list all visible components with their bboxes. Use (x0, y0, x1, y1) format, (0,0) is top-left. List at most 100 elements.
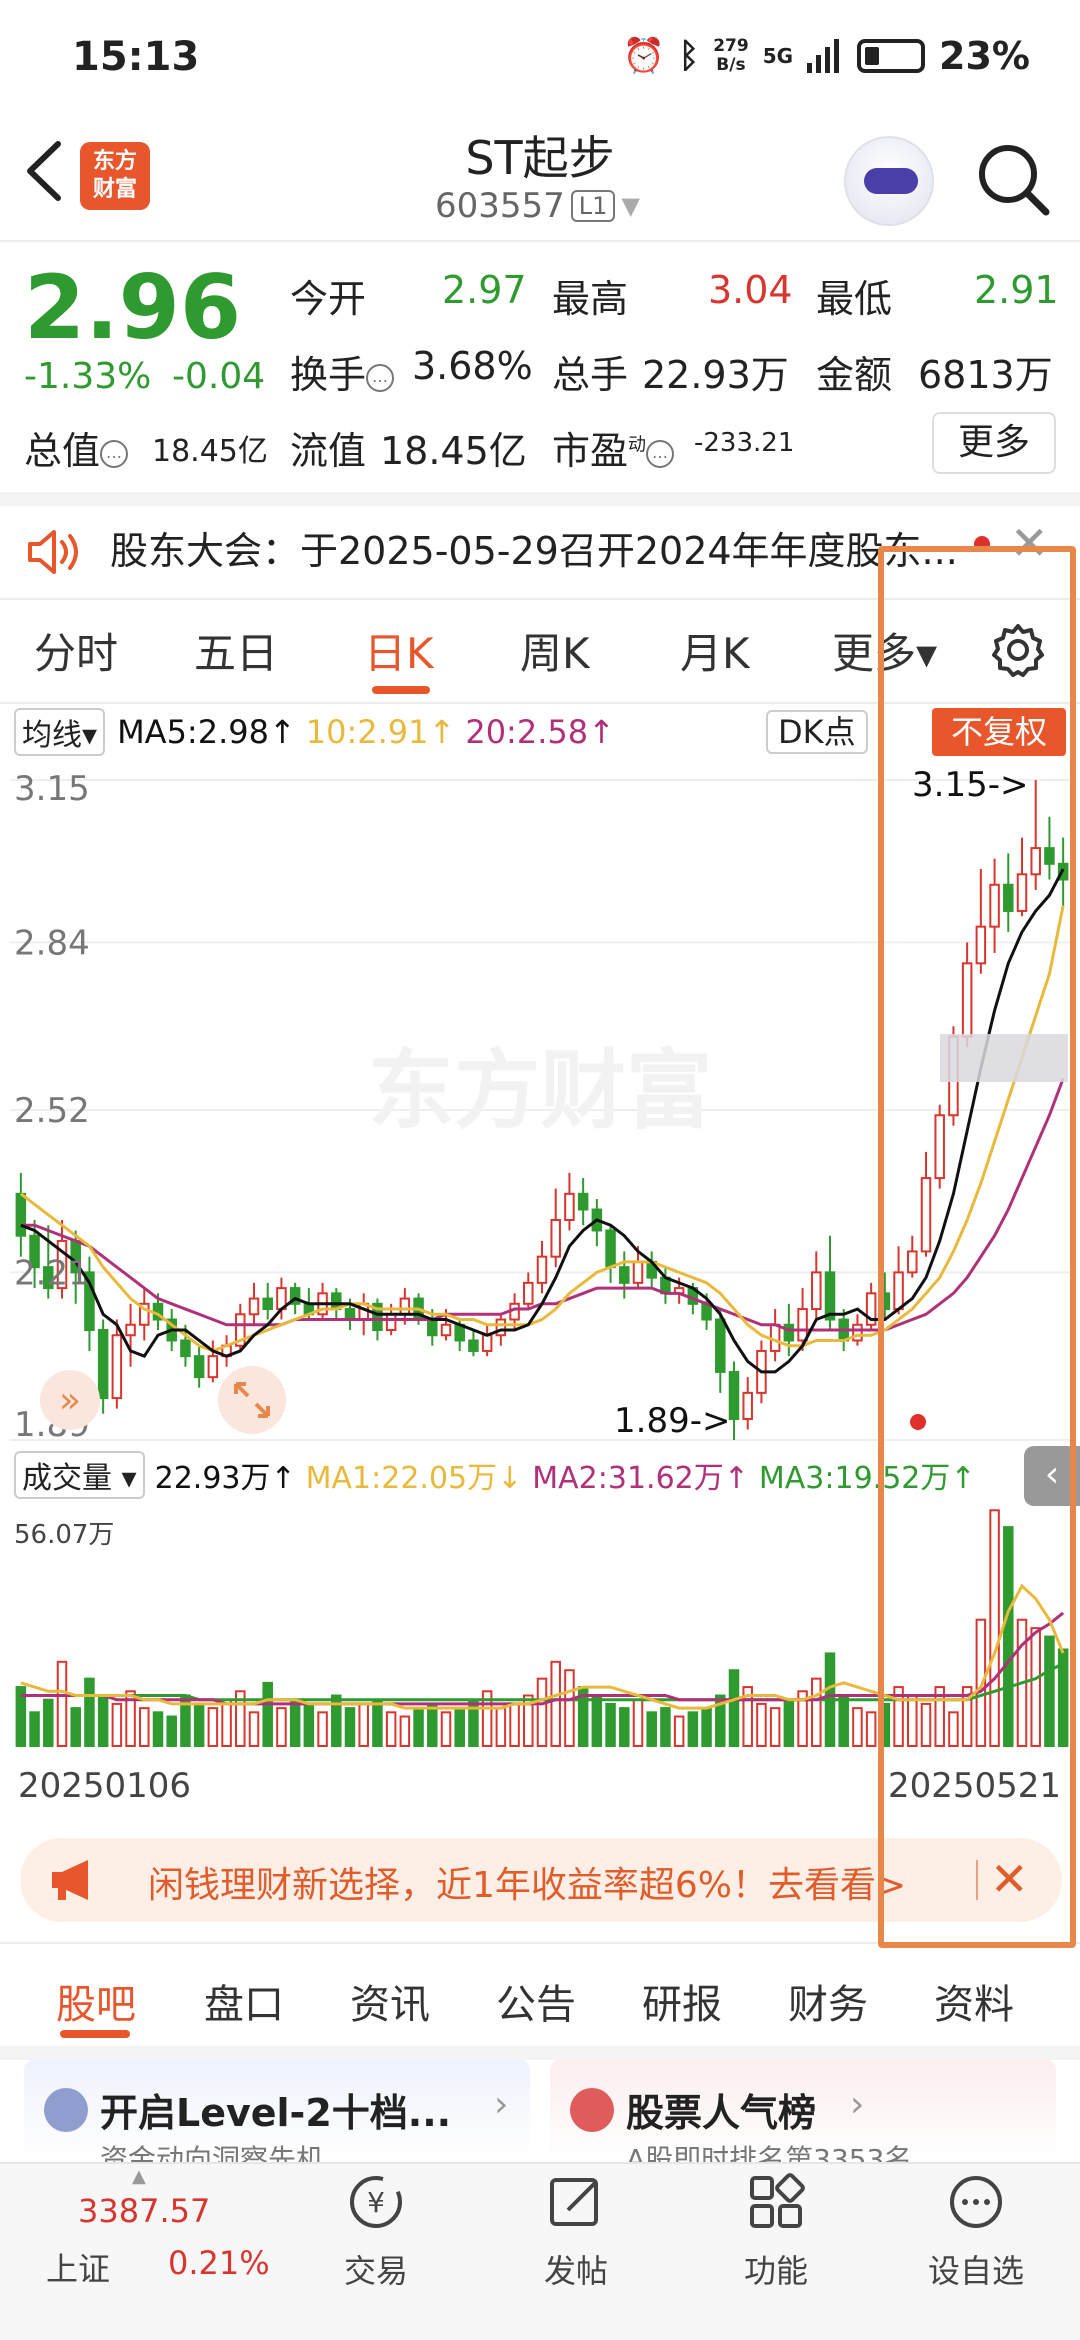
candle-body (715, 1318, 726, 1373)
status-icons: ⏰ ᛒ 279 B/s 5G 23% (622, 34, 1030, 78)
volume-bar (701, 1707, 712, 1747)
volume-bar (166, 1715, 177, 1748)
ai-assistant-avatar[interactable] (844, 136, 934, 226)
candle-body (523, 1281, 534, 1305)
volume-selector[interactable]: 成交量 ▾ (14, 1451, 145, 1499)
level-badge: L1 (570, 190, 616, 222)
network-type: 5G (762, 44, 794, 68)
volume-bar (29, 1711, 40, 1747)
volume-bar (84, 1677, 95, 1747)
index-value[interactable]: 3387.57 (78, 2192, 210, 2230)
tab-news[interactable]: 资讯 (350, 1972, 430, 2030)
y-axis-labels: 3.152.842.522.211.89 (14, 769, 90, 1445)
turnover-label[interactable]: 换手… (290, 344, 395, 399)
volume-bar (509, 1702, 520, 1748)
watermark: 东方财富 (368, 1041, 712, 1141)
volume-bar (783, 1698, 795, 1747)
alarm-icon: ⏰ (622, 36, 665, 76)
search-icon[interactable] (974, 140, 1054, 220)
ma10-value: 10:2.91↑ (305, 713, 456, 751)
vol-ma2: MA2:31.62万↑ (532, 1461, 749, 1496)
ma-selector[interactable]: 均线▾ (14, 708, 106, 756)
info-icon: … (646, 439, 675, 468)
volume-bar (564, 1669, 575, 1748)
tab-weekly-k[interactable]: 周K (520, 620, 590, 681)
tab-profile[interactable]: 资料 (934, 1972, 1014, 2030)
volume-bar (289, 1698, 301, 1747)
volume-bar (248, 1711, 260, 1747)
nav-trade[interactable]: ¥ 交易 (316, 2172, 436, 2292)
volume-bar (646, 1711, 657, 1747)
change-percent: -1.33% (24, 356, 152, 397)
fullscreen-button[interactable] (218, 1366, 286, 1434)
amount-value: 6813万 (918, 353, 1053, 397)
volume-bar (139, 1707, 150, 1747)
volume-bar (811, 1677, 822, 1747)
tab-five-day[interactable]: 五日 (194, 620, 278, 681)
volume-bar (372, 1698, 383, 1747)
candle-body (399, 1297, 411, 1316)
volume-bar (385, 1711, 397, 1747)
nav-functions[interactable]: 功能 (716, 2172, 836, 2292)
open-label: 今开 (290, 277, 367, 321)
candle-body (605, 1229, 616, 1269)
volume-bar (673, 1715, 685, 1748)
tab-pankou[interactable]: 盘口 (204, 1972, 284, 2030)
battery-level: 23% (939, 34, 1030, 78)
volume-bar (70, 1707, 81, 1747)
divider (0, 492, 1080, 506)
info-icon: … (366, 363, 395, 392)
total-mv-label[interactable]: 总值… (24, 420, 129, 475)
popularity-card[interactable]: 股票人气榜 › A股即时排名第3353名 (550, 2060, 1056, 2176)
candle-body (811, 1271, 822, 1311)
candle-body (15, 1192, 27, 1237)
tab-minute[interactable]: 分时 (34, 620, 118, 681)
index-name[interactable]: 上证 (46, 2244, 110, 2290)
volume-bar (317, 1711, 328, 1747)
float-mv-label: 流值 (290, 429, 367, 473)
volume-bar (865, 1711, 877, 1747)
volume-bar (207, 1707, 219, 1747)
highlight-annotation (878, 546, 1076, 1948)
volume-bar (660, 1707, 671, 1747)
tab-announcements[interactable]: 公告 (496, 1972, 576, 2030)
y-tick-label: 2.52 (14, 1091, 90, 1131)
level2-card[interactable]: 开启Level-2十档... › 资金动向洞察先机 (24, 2060, 530, 2176)
yen-cycle-icon: ¥ (350, 2176, 402, 2228)
nav-post[interactable]: 发帖 (516, 2172, 636, 2292)
stock-code: 603557 (435, 186, 565, 226)
candle-body (344, 1308, 356, 1321)
tab-guba[interactable]: 股吧 (56, 1972, 136, 2030)
more-button[interactable]: 更多 (932, 412, 1056, 474)
index-percent[interactable]: 0.21% (168, 2244, 270, 2282)
expand-history-button[interactable]: » (40, 1370, 100, 1430)
card-title: 股票人气榜 (626, 2091, 817, 2135)
volume-bar (852, 1707, 863, 1747)
volume-bar (276, 1707, 287, 1747)
candle-body (797, 1308, 808, 1342)
stock-code-row[interactable]: 603557 L1 ▼ (435, 186, 640, 226)
megaphone-icon (52, 1860, 88, 1900)
grid-icon (750, 2173, 805, 2228)
net-speed: 279 B/s (713, 36, 749, 75)
candle-body (427, 1318, 438, 1337)
tab-finance[interactable]: 财务 (788, 1972, 868, 2030)
candle-body (577, 1192, 589, 1211)
dk-point-button[interactable]: DK点 (766, 710, 868, 754)
ad-text[interactable]: 闲钱理财新选择，近1年收益率超6%！去看看> (148, 1856, 906, 1908)
tab-monthly-k[interactable]: 月K (680, 620, 750, 681)
tab-daily-k[interactable]: 日K (364, 620, 434, 681)
nav-watchlist[interactable]: 设自选 (916, 2172, 1036, 2292)
volume-bar (550, 1660, 561, 1747)
min-price-marker: 1.89-> (614, 1401, 730, 1441)
volume-bar (399, 1715, 411, 1748)
volume-value: 22.93万 (642, 353, 789, 397)
tab-research[interactable]: 研报 (642, 1972, 722, 2030)
pe-label[interactable]: 市盈动… (552, 420, 675, 475)
notice-text[interactable]: 股东大会：于2025-05-29召开2024年年度股东... (110, 520, 970, 575)
candle-body (440, 1323, 452, 1337)
more-circle-icon (950, 2176, 1002, 2228)
status-time: 15:13 (72, 34, 200, 80)
amount-label: 金额 (816, 353, 893, 397)
info-icon: … (100, 439, 129, 468)
